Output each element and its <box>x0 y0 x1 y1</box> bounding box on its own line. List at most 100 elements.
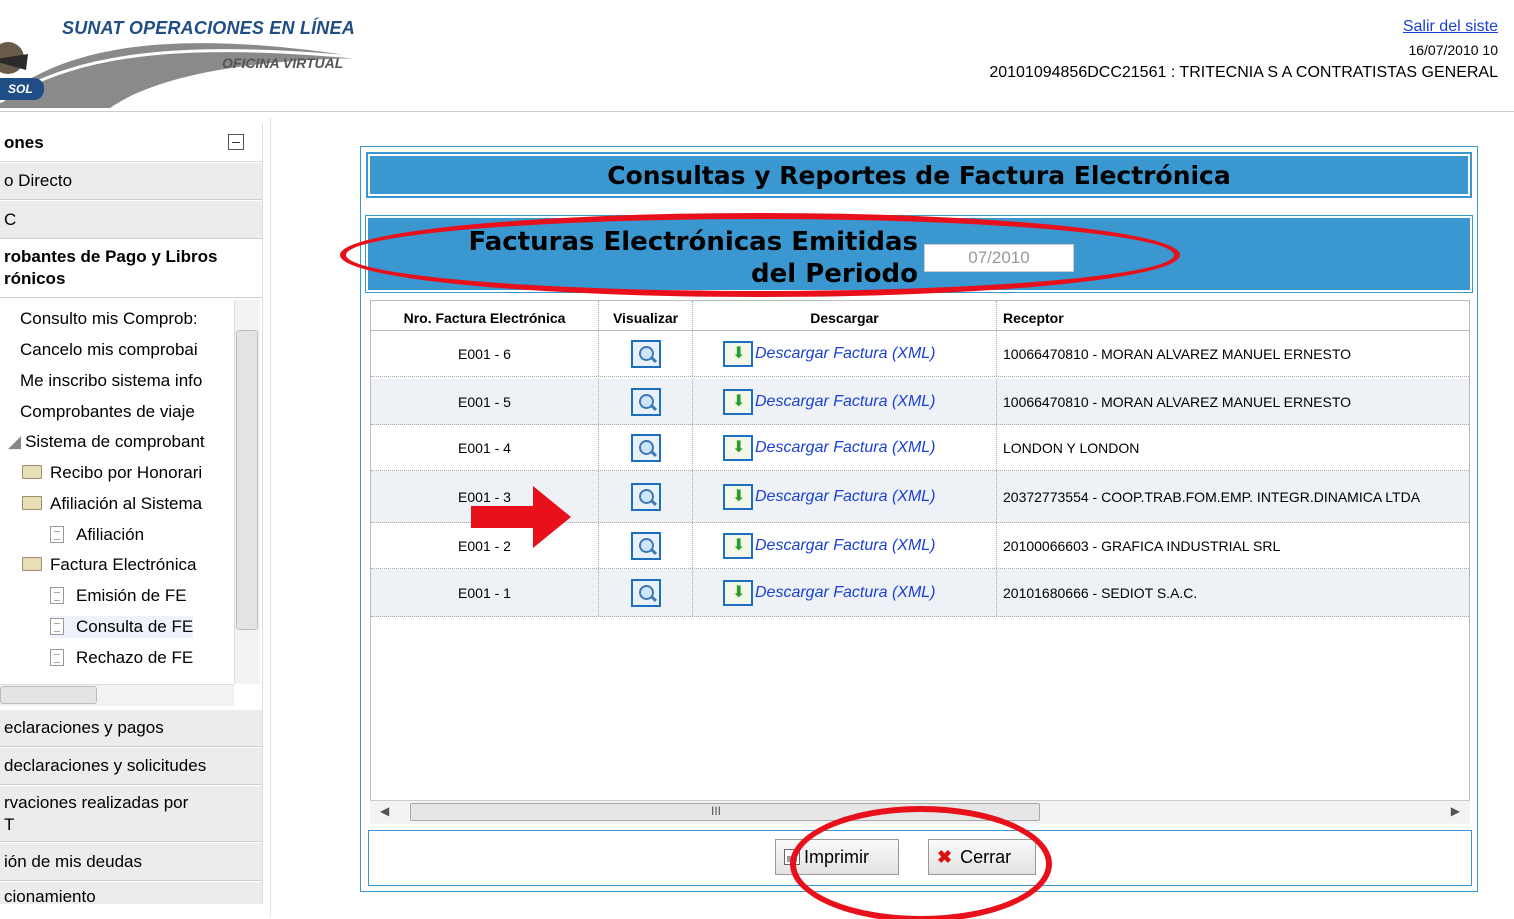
tree-item-factura-electronica[interactable]: Factura Electrónica <box>22 554 196 576</box>
tree-item-rechazo-fe[interactable]: Rechazo de FE <box>50 647 193 669</box>
document-icon <box>50 618 64 635</box>
column-header-descargar[interactable]: Descargar <box>693 301 997 331</box>
tree-item-consulta-fe[interactable]: Consulta de FE <box>50 616 194 638</box>
session-user: 20101094856DCC21561 : TRITECNIA S A CONT… <box>989 64 1498 81</box>
view-icon[interactable] <box>630 531 661 560</box>
view-icon[interactable] <box>630 578 661 607</box>
cell-visualizar <box>599 569 693 616</box>
scroll-left-arrow-icon[interactable]: ◀ <box>380 804 389 818</box>
sidebar-section-declaraciones-pagos[interactable]: eclaraciones y pagos <box>0 710 262 747</box>
sidebar-header-label: ones <box>4 132 44 152</box>
download-link[interactable]: Descargar Factura (XML) <box>755 488 936 506</box>
tree-item-viaje[interactable]: Comprobantes de viaje <box>20 401 195 423</box>
download-link[interactable]: Descargar Factura (XML) <box>755 393 936 411</box>
logout-link[interactable]: Salir del siste <box>1403 18 1498 36</box>
cell-receptor: 10066470810 - MORAN ALVAREZ MANUEL ERNES… <box>997 331 1469 376</box>
tree-item-cancelo[interactable]: Cancelo mis comprobai <box>20 339 198 361</box>
receptor-name: LONDON Y LONDON <box>1003 439 1140 456</box>
column-header-nro[interactable]: Nro. Factura Electrónica <box>371 301 599 331</box>
receptor-name: 20100066603 - GRAFICA INDUSTRIAL SRL <box>1003 537 1281 554</box>
cell-descargar: Descargar Factura (XML) <box>693 331 997 376</box>
receptor-name: 10066470810 - MORAN ALVAREZ MANUEL ERNES… <box>1003 345 1352 362</box>
scroll-right-arrow-icon[interactable]: ▶ <box>1451 804 1460 818</box>
invoice-table: Nro. Factura Electrónica Visualizar Desc… <box>370 300 1470 824</box>
document-icon <box>50 587 64 604</box>
download-icon[interactable] <box>723 434 753 461</box>
sidebar-section-observaciones[interactable]: rvaciones realizadas por T <box>0 786 262 842</box>
sidebar-section-label: C <box>4 209 17 229</box>
column-header-receptor[interactable]: Receptor <box>997 301 1469 331</box>
invoice-number: E001 - 4 <box>458 439 511 456</box>
header: SUNAT OPERACIONES EN LÍNEA OFICINA VIRTU… <box>0 0 1514 112</box>
tree-item-recibo[interactable]: Recibo por Honorari <box>22 462 202 484</box>
cell-nro: E001 - 1 <box>371 569 599 616</box>
folder-open-icon <box>22 557 42 571</box>
tree-item-sistema[interactable]: ◢ Sistema de comprobant <box>8 431 205 453</box>
tree-item-label: Recibo por Honorari <box>50 463 203 482</box>
session-date: 16/07/2010 10 <box>1408 42 1498 58</box>
annotation-arrow-icon <box>471 486 571 548</box>
column-header-visualizar[interactable]: Visualizar <box>599 301 693 331</box>
download-link[interactable]: Descargar Factura (XML) <box>755 537 936 555</box>
download-icon[interactable] <box>723 340 753 367</box>
invoice-number: E001 - 6 <box>458 345 511 362</box>
download-icon[interactable] <box>723 532 753 559</box>
table-row[interactable]: E001 - 4 Descargar Factura (XML) LONDON Y … <box>371 425 1469 471</box>
sidebar-section-label: ión de mis deudas <box>4 851 142 871</box>
view-icon[interactable] <box>630 482 661 511</box>
download-icon[interactable] <box>723 579 753 606</box>
collapse-icon[interactable] <box>228 134 244 150</box>
tree-item-label: Consulta de FE <box>76 617 194 636</box>
page-title: Consultas y Reportes de Factura Electrón… <box>607 160 1231 190</box>
receptor-name: 20101680666 - SEDIOT S.A.C. <box>1003 584 1198 601</box>
download-icon[interactable] <box>723 388 753 415</box>
sidebar-section-label: o Directo <box>4 171 73 190</box>
sidebar-hscroll-thumb[interactable] <box>0 686 97 704</box>
table-row[interactable]: E001 - 5 Descargar Factura (XML) 100664708… <box>371 379 1469 425</box>
invoice-number: E001 - 5 <box>458 393 511 410</box>
sidebar-section-declaraciones-solicitudes[interactable]: declaraciones y solicitudes <box>0 748 262 785</box>
tree-item-label: Sistema de comprobant <box>25 432 205 451</box>
view-icon[interactable] <box>630 339 661 368</box>
sidebar-section-label: rónicos <box>4 269 66 288</box>
cell-nro: E001 - 5 <box>371 379 599 424</box>
tree-item-emision-fe[interactable]: Emisión de FE <box>50 585 187 607</box>
sidebar-section-label: T <box>4 815 15 834</box>
table-row[interactable]: E001 - 1 Descargar Factura (XML) 201016806… <box>371 569 1469 617</box>
invoice-number: E001 - 1 <box>458 584 511 601</box>
sidebar-section-c[interactable]: C <box>0 201 262 239</box>
tree-item-afiliacion[interactable]: Afiliación <box>50 524 144 546</box>
tree-item-label: Rechazo de FE <box>76 648 194 667</box>
sidebar-section-directo[interactable]: o Directo <box>0 163 262 200</box>
view-icon[interactable] <box>630 387 661 416</box>
tree-item-consulto[interactable]: Consulto mis Comprob: <box>20 308 198 330</box>
annotation-ellipse-buttons <box>790 806 1052 919</box>
annotation-ellipse-period <box>340 213 1180 297</box>
cell-receptor: 20100066603 - GRAFICA INDUSTRIAL SRL <box>997 523 1469 568</box>
download-link[interactable]: Descargar Factura (XML) <box>755 584 936 602</box>
sol-logo-badge: SOL <box>0 78 44 100</box>
sidebar-section-label: cionamiento <box>4 887 96 904</box>
download-icon[interactable] <box>723 483 753 510</box>
tree-item-label: Afiliación <box>76 525 145 544</box>
receptor-name: 10066470810 - MORAN ALVAREZ MANUEL ERNES… <box>1003 393 1352 410</box>
folder-open-icon <box>22 496 42 510</box>
view-icon[interactable] <box>630 433 661 462</box>
cell-visualizar <box>599 331 693 376</box>
sidebar-menu: ones o Directo C robantes de Pago y Libr… <box>0 124 263 904</box>
sidebar-section-comprobantes[interactable]: robantes de Pago y Libros rónicos <box>0 240 262 298</box>
scroll-grip: III <box>711 804 722 818</box>
sidebar-section-funcionamiento[interactable]: cionamiento <box>0 882 262 904</box>
tree-item-inscribo[interactable]: Me inscribo sistema info <box>20 370 202 392</box>
sidebar-section-label: eclaraciones y pagos <box>4 718 164 737</box>
brand-title: SUNAT OPERACIONES EN LÍNEA <box>62 18 355 38</box>
sidebar-scroll-thumb[interactable] <box>236 330 258 630</box>
expand-arrow-icon[interactable]: ◢ <box>8 432 21 451</box>
table-row[interactable]: E001 - 6 Descargar Factura (XML) 100664708… <box>371 331 1469 377</box>
tree-item-afiliacion-sistema[interactable]: Afiliación al Sistema <box>22 493 202 515</box>
cell-receptor: 20101680666 - SEDIOT S.A.C. <box>997 569 1469 616</box>
sidebar-section-deudas[interactable]: ión de mis deudas <box>0 843 262 881</box>
brand-subtitle: OFICINA VIRTUAL <box>222 55 344 71</box>
download-link[interactable]: Descargar Factura (XML) <box>755 439 936 457</box>
download-link[interactable]: Descargar Factura (XML) <box>755 345 936 363</box>
